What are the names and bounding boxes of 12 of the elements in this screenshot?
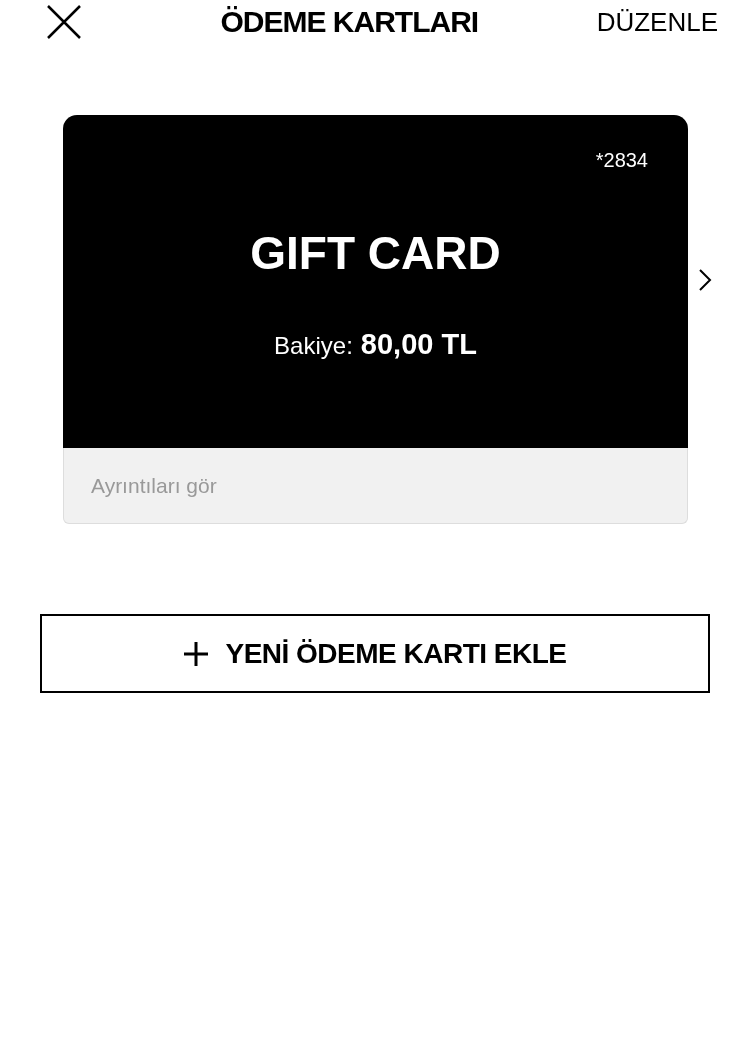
close-button[interactable] [46, 4, 82, 40]
card-name: GIFT CARD [250, 226, 501, 280]
card-number: *2834 [595, 149, 648, 172]
add-card-button[interactable]: YENİ ÖDEME KARTI EKLE [40, 614, 710, 693]
plus-icon [183, 640, 210, 667]
balance-amount: 80,00 TL [360, 328, 477, 361]
gift-card[interactable]: *2834 GIFT CARD Bakiye: 80,00 TL [63, 115, 688, 448]
page-title: ÖDEME KARTLARI [220, 5, 479, 39]
close-icon [46, 4, 82, 40]
balance-label: Bakiye: [274, 332, 353, 360]
edit-button[interactable]: DÜZENLE [596, 6, 718, 38]
chevron-right-icon[interactable] [698, 268, 712, 291]
